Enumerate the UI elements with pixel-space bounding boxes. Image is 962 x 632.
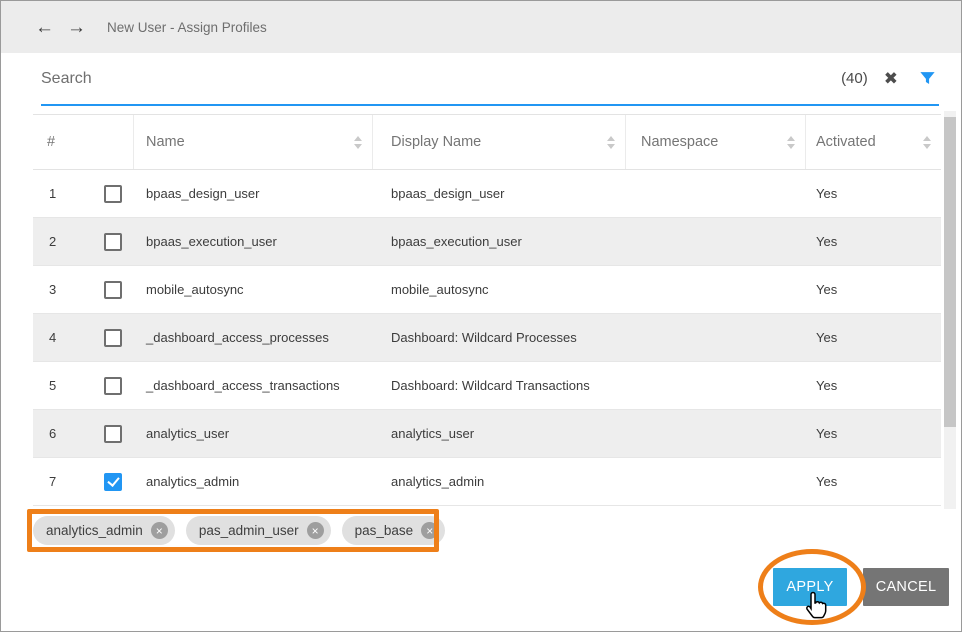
dialog-actions: APPLY CANCEL (773, 568, 949, 606)
column-label: # (47, 134, 55, 150)
back-icon[interactable]: ← (35, 18, 54, 37)
row-checkbox[interactable] (104, 281, 122, 299)
cell-display-name: analytics_admin (373, 474, 626, 489)
filter-icon[interactable] (918, 69, 937, 88)
sort-icon (923, 136, 931, 149)
column-header-number: # (33, 115, 134, 169)
search-bar: (40) ✖ (41, 53, 939, 106)
cell-display-name: Dashboard: Wildcard Transactions (373, 378, 626, 393)
row-checkbox[interactable] (104, 329, 122, 347)
row-checkbox[interactable] (104, 473, 122, 491)
cell-activated: Yes (806, 330, 941, 345)
clear-search-icon[interactable]: ✖ (884, 69, 898, 89)
column-header-display-name[interactable]: Display Name (373, 115, 626, 169)
cell-display-name: mobile_autosync (373, 282, 626, 297)
table-row[interactable]: 1 bpaas_design_user bpaas_design_user Ye… (33, 170, 941, 218)
table-scrollbar[interactable] (944, 111, 956, 509)
column-label: Name (146, 134, 185, 150)
table-row[interactable]: 5 _dashboard_access_transactions Dashboa… (33, 362, 941, 410)
cell-display-name: Dashboard: Wildcard Processes (373, 330, 626, 345)
row-number: 3 (49, 282, 56, 297)
title-bar: ← → New User - Assign Profiles (1, 1, 961, 53)
sort-icon (607, 136, 615, 149)
chip-remove-icon[interactable]: × (421, 522, 438, 539)
assign-profiles-dialog: ← → New User - Assign Profiles (40) ✖ # … (0, 0, 962, 632)
cell-activated: Yes (806, 474, 941, 489)
cell-name: _dashboard_access_processes (134, 330, 373, 345)
cancel-button[interactable]: CANCEL (863, 568, 949, 606)
row-number: 7 (49, 474, 56, 489)
cell-activated: Yes (806, 186, 941, 201)
cell-name: mobile_autosync (134, 282, 373, 297)
selected-profiles: analytics_admin × pas_admin_user × pas_b… (33, 516, 445, 545)
apply-button[interactable]: APPLY (773, 568, 847, 606)
row-number: 6 (49, 426, 56, 441)
column-label: Namespace (641, 134, 718, 150)
cell-activated: Yes (806, 426, 941, 441)
table-row[interactable]: 6 analytics_user analytics_user Yes (33, 410, 941, 458)
column-header-name[interactable]: Name (134, 115, 373, 169)
cell-activated: Yes (806, 378, 941, 393)
page-title: New User - Assign Profiles (107, 20, 267, 35)
chip-label: pas_base (355, 523, 414, 538)
sort-icon (787, 136, 795, 149)
column-label: Display Name (391, 134, 481, 150)
cell-display-name: bpaas_design_user (373, 186, 626, 201)
cell-name: bpaas_design_user (134, 186, 373, 201)
search-input[interactable] (41, 70, 841, 88)
row-number: 2 (49, 234, 56, 249)
cell-name: _dashboard_access_transactions (134, 378, 373, 393)
cell-name: analytics_admin (134, 474, 373, 489)
profile-chip: analytics_admin × (33, 516, 175, 545)
column-header-namespace[interactable]: Namespace (626, 115, 806, 169)
cell-activated: Yes (806, 234, 941, 249)
table-row[interactable]: 4 _dashboard_access_processes Dashboard:… (33, 314, 941, 362)
row-number: 4 (49, 330, 56, 345)
column-header-activated[interactable]: Activated (806, 115, 941, 169)
profiles-table: # Name Display Name Namespace Activated … (33, 114, 941, 506)
row-checkbox[interactable] (104, 377, 122, 395)
cell-name: bpaas_execution_user (134, 234, 373, 249)
table-header: # Name Display Name Namespace Activated (33, 114, 941, 170)
cell-activated: Yes (806, 282, 941, 297)
cell-display-name: analytics_user (373, 426, 626, 441)
chip-label: analytics_admin (46, 523, 143, 538)
chip-label: pas_admin_user (199, 523, 299, 538)
cell-display-name: bpaas_execution_user (373, 234, 626, 249)
result-count: (40) (841, 70, 868, 87)
column-label: Activated (816, 134, 876, 150)
chip-remove-icon[interactable]: × (151, 522, 168, 539)
sort-icon (354, 136, 362, 149)
table-row[interactable]: 2 bpaas_execution_user bpaas_execution_u… (33, 218, 941, 266)
row-checkbox[interactable] (104, 233, 122, 251)
profile-chip: pas_base × (342, 516, 446, 545)
forward-icon[interactable]: → (67, 18, 86, 37)
row-number: 1 (49, 186, 56, 201)
row-number: 5 (49, 378, 56, 393)
row-checkbox[interactable] (104, 185, 122, 203)
row-checkbox[interactable] (104, 425, 122, 443)
scrollbar-thumb[interactable] (944, 117, 956, 427)
chip-remove-icon[interactable]: × (307, 522, 324, 539)
cell-name: analytics_user (134, 426, 373, 441)
table-row[interactable]: 3 mobile_autosync mobile_autosync Yes (33, 266, 941, 314)
table-row[interactable]: 7 analytics_admin analytics_admin Yes (33, 458, 941, 506)
profile-chip: pas_admin_user × (186, 516, 331, 545)
